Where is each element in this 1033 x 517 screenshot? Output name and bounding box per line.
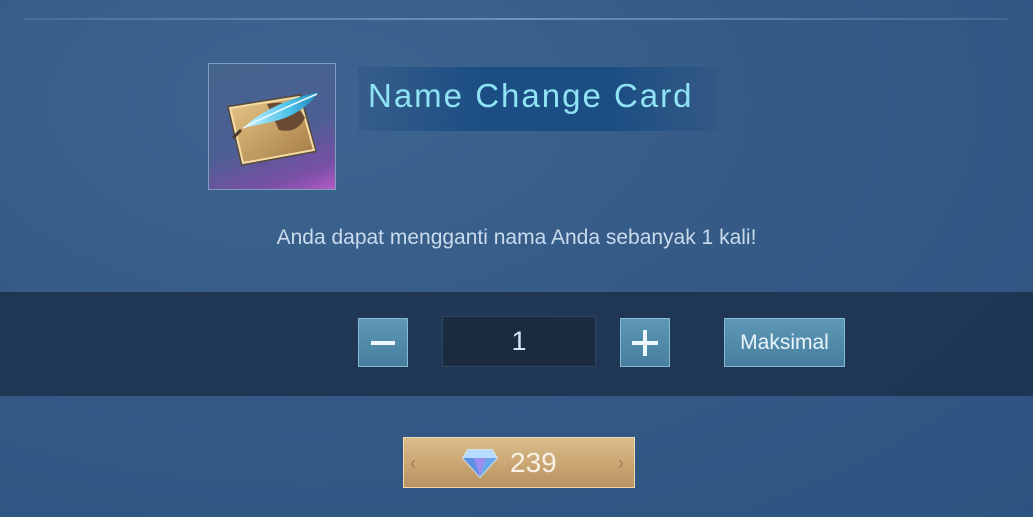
decrease-quantity-button[interactable] xyxy=(358,318,408,367)
name-change-card-icon xyxy=(227,92,319,166)
quantity-selector: Maksimal xyxy=(0,292,1033,396)
item-title: Name Change Card xyxy=(368,77,694,114)
price-content: 239 xyxy=(462,438,557,487)
increase-quantity-button[interactable] xyxy=(620,318,670,367)
item-icon-frame xyxy=(208,63,336,190)
quantity-input[interactable] xyxy=(442,316,596,367)
minus-icon xyxy=(371,340,395,345)
right-ornament: › xyxy=(618,453,624,473)
left-ornament: ‹ xyxy=(410,453,416,473)
max-quantity-button[interactable]: Maksimal xyxy=(724,318,845,367)
purchase-button[interactable]: ‹ › 239 xyxy=(403,437,635,488)
item-description: Anda dapat mengganti nama Anda sebanyak … xyxy=(276,226,757,249)
plus-icon xyxy=(632,329,658,356)
price-label: 239 xyxy=(510,446,557,478)
title-banner: Name Change Card xyxy=(358,67,718,131)
diamond-icon xyxy=(462,448,498,478)
top-divider xyxy=(24,18,1008,20)
